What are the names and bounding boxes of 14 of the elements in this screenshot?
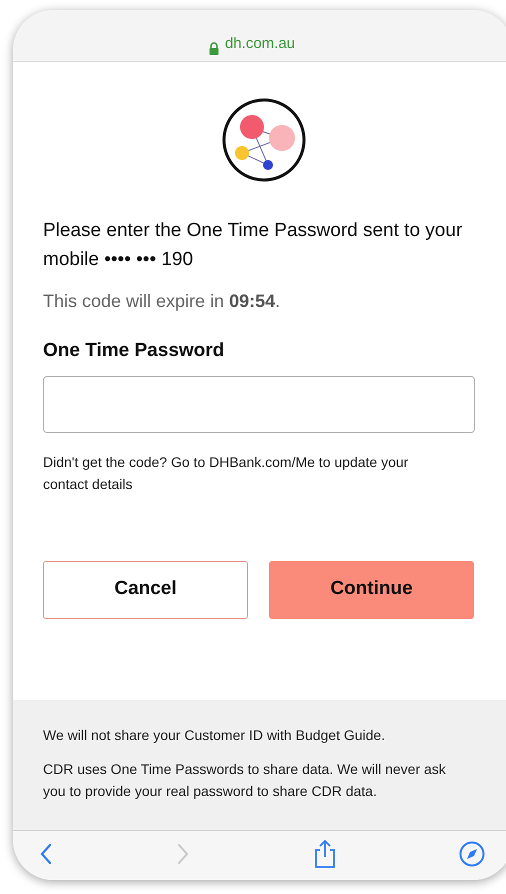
field-label: One Time Password — [43, 339, 226, 363]
compass-icon[interactable] — [458, 840, 485, 866]
logo-icon — [222, 98, 306, 182]
notice-text: CDR uses One Time Passwords to share data. We will never ask you to provide your real password to share CDR data. — [43, 760, 447, 801]
expiry-text: This code will expire in 09:54. — [43, 290, 282, 313]
notice-text: We will not share your Customer ID with Budget Guide. — [43, 726, 386, 745]
instruction-text: Please enter the One Time Password sent to your mobile •••• ••• 190 — [43, 219, 463, 272]
share-icon[interactable] — [314, 840, 336, 868]
cancel-button[interactable]: Cancel — [43, 560, 248, 618]
password-field[interactable] — [43, 376, 475, 432]
back-icon[interactable] — [39, 842, 53, 866]
url-text: dh.com.au — [224, 34, 296, 54]
help-text: Didn't get the code? Go to DHBank.com/Me to update your contact details — [43, 452, 410, 494]
continue-button[interactable]: Continue — [269, 560, 474, 618]
